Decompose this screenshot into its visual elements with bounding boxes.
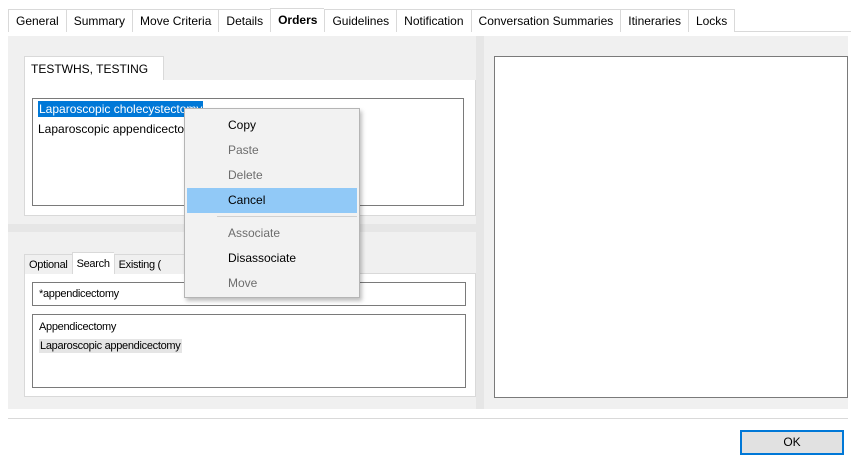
- list-item[interactable]: Laparoscopic appendicectomy: [33, 337, 465, 356]
- menu-item-cancel[interactable]: Cancel: [187, 188, 357, 213]
- detail-pane[interactable]: [494, 56, 848, 398]
- tab-orders[interactable]: Orders: [270, 8, 325, 32]
- menu-item-paste[interactable]: Paste: [187, 138, 357, 163]
- tab-guidelines[interactable]: Guidelines: [324, 9, 397, 32]
- bottom-divider: [8, 418, 848, 419]
- menu-item-disassociate[interactable]: Disassociate: [187, 246, 357, 271]
- tab-conversation-summaries[interactable]: Conversation Summaries: [470, 9, 621, 32]
- context-menu: Copy Paste Delete Cancel Associate Disas…: [184, 108, 360, 298]
- tab-locks[interactable]: Locks: [687, 9, 736, 32]
- tab-optional[interactable]: Optional: [24, 254, 72, 274]
- list-item[interactable]: Appendicectomy: [33, 318, 465, 337]
- menu-item-copy[interactable]: Copy: [187, 113, 357, 138]
- tab-summary[interactable]: Summary: [65, 9, 133, 32]
- result-label: Appendicectomy: [39, 321, 117, 333]
- order-label: Laparoscopic appendicectomy: [38, 122, 201, 136]
- tab-search[interactable]: Search: [71, 252, 114, 274]
- order-label: Laparoscopic cholecystectomy: [38, 101, 204, 117]
- tab-details[interactable]: Details: [218, 9, 271, 32]
- menu-separator: [217, 216, 357, 217]
- tab-notification[interactable]: Notification: [396, 9, 471, 32]
- ok-button[interactable]: OK: [740, 430, 844, 455]
- menu-item-delete[interactable]: Delete: [187, 163, 357, 188]
- tab-move-criteria[interactable]: Move Criteria: [132, 9, 219, 32]
- vertical-splitter[interactable]: [476, 36, 484, 409]
- tab-itineraries[interactable]: Itineraries: [620, 9, 688, 32]
- search-results-list[interactable]: Appendicectomy Laparoscopic appendicecto…: [32, 314, 466, 388]
- patient-tab[interactable]: TESTWHS, TESTING: [24, 56, 164, 80]
- result-label: Laparoscopic appendicectomy: [39, 339, 182, 353]
- top-tab-strip: General Summary Move Criteria Details Or…: [8, 8, 851, 32]
- menu-item-associate[interactable]: Associate: [187, 221, 357, 246]
- menu-item-move[interactable]: Move: [187, 271, 357, 296]
- tab-general[interactable]: General: [8, 9, 66, 32]
